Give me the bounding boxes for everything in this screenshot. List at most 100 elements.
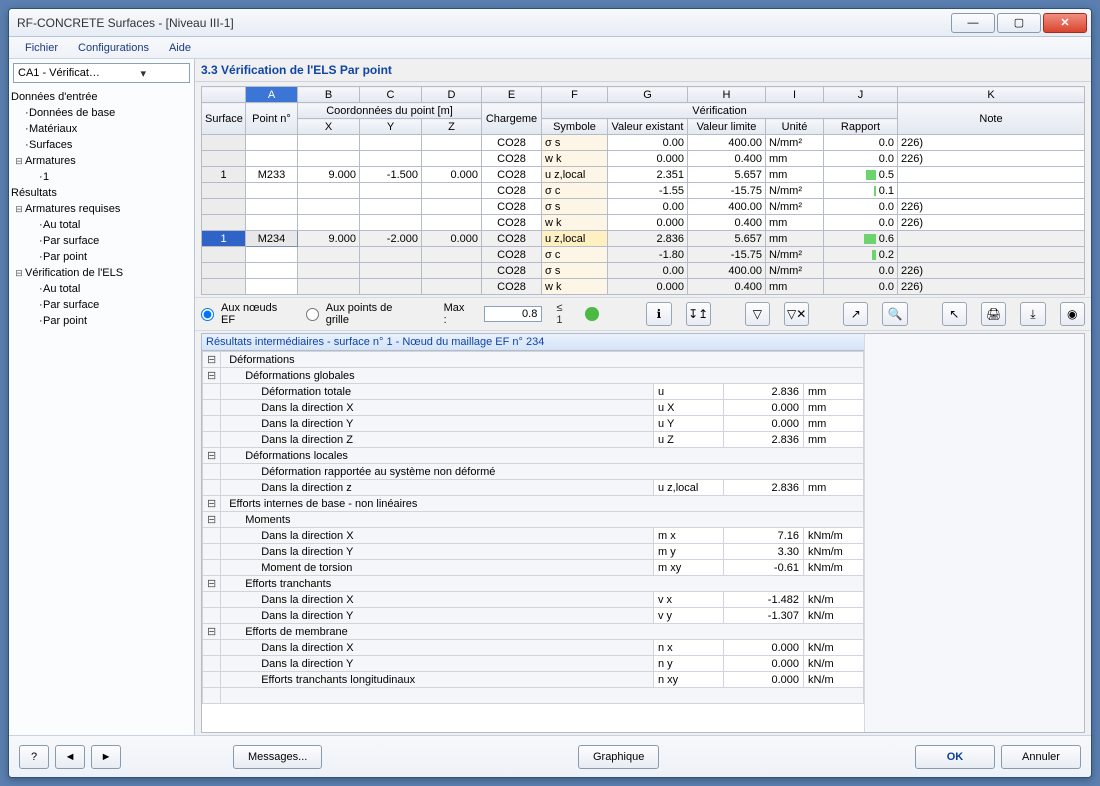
tree-reinforcement[interactable]: ⊟Armatures (11, 153, 192, 169)
radio-grid-points[interactable]: Aux points de grille (306, 302, 416, 326)
intermediate-row[interactable]: Dans la direction Ym y3.30kNm/m (203, 544, 864, 560)
col-A[interactable]: A (246, 87, 298, 103)
col-limit: Valeur limite (688, 119, 766, 135)
filter-button[interactable]: ▽ (745, 302, 770, 326)
table-row[interactable]: CO28σ c-1.55-15.75N/mm² 0.1 (202, 183, 1085, 199)
prev-button[interactable]: ◄ (55, 745, 85, 769)
max-value[interactable]: 0.8 (484, 306, 543, 322)
intermediate-row[interactable]: Dans la direction zu z,local2.836mm (203, 480, 864, 496)
intermediate-row[interactable]: Moment de torsionm xy-0.61kNm/m (203, 560, 864, 576)
select-button[interactable]: ↖ (942, 302, 967, 326)
messages-button[interactable]: Messages... (233, 745, 322, 769)
menu-file[interactable]: Fichier (15, 40, 68, 56)
intermediate-row[interactable]: ⊟Déformations (203, 352, 864, 368)
table-row[interactable]: CO28w k0.0000.400mm 0.0226) (202, 151, 1085, 167)
intermediate-row[interactable]: Dans la direction Zu Z2.836mm (203, 432, 864, 448)
maximize-button[interactable]: ▢ (997, 13, 1041, 33)
intermediate-row[interactable]: ⊟Efforts de membrane (203, 624, 864, 640)
max-label: Max : (444, 302, 470, 326)
col-C[interactable]: C (360, 87, 422, 103)
print-button[interactable]: 🖨 (981, 302, 1006, 326)
intermediate-row[interactable]: Dans la direction Xu X0.000mm (203, 400, 864, 416)
col-load: Chargeme (482, 103, 542, 135)
intermediate-row[interactable]: Dans la direction Xm x7.16kNm/m (203, 528, 864, 544)
col-ratio: Rapport (824, 119, 898, 135)
tree-surfaces[interactable]: ·Surfaces (11, 137, 192, 153)
table-row[interactable]: 1M2349.000-2.0000.000CO28u z,local2.8365… (202, 231, 1085, 247)
col-G[interactable]: G (608, 87, 688, 103)
chevron-down-icon: ▾ (102, 67, 186, 80)
col-E[interactable]: E (482, 87, 542, 103)
filter-off-button[interactable]: ▽✕ (784, 302, 809, 326)
table-row[interactable]: CO28σ s0.00400.00N/mm² 0.0226) (202, 135, 1085, 151)
goto-button[interactable]: ↗ (843, 302, 868, 326)
case-selector[interactable]: CA1 - Vérification des surfaces e ▾ (13, 63, 190, 83)
col-H[interactable]: H (688, 87, 766, 103)
menu-help[interactable]: Aide (159, 40, 201, 56)
view-button[interactable]: ◉ (1060, 302, 1085, 326)
col-z: Z (422, 119, 482, 135)
tree-base-data[interactable]: ·Données de base (11, 105, 192, 121)
results-table[interactable]: A B C D E F G H I J K (201, 86, 1085, 295)
intermediate-row[interactable] (203, 688, 864, 704)
col-I[interactable]: I (766, 87, 824, 103)
close-button[interactable]: ✕ (1043, 13, 1087, 33)
tree-sls-per-point[interactable]: ·Par point (11, 313, 192, 329)
tree-sls-per-surface[interactable]: ·Par surface (11, 297, 192, 313)
status-ok-icon (585, 307, 599, 321)
tree-req-per-surface[interactable]: ·Par surface (11, 233, 192, 249)
footer: ? ◄ ► Messages... Graphique OK Annuler (9, 735, 1091, 777)
find-button[interactable]: 🔍 (882, 302, 907, 326)
sort-button[interactable]: ↧↥ (686, 302, 711, 326)
intermediate-side-panel (864, 334, 1084, 732)
col-J[interactable]: J (824, 87, 898, 103)
menu-configurations[interactable]: Configurations (68, 40, 159, 56)
intermediate-row[interactable]: Dans la direction Yn y0.000kN/m (203, 656, 864, 672)
intermediate-row[interactable]: Dans la direction Xn x0.000kN/m (203, 640, 864, 656)
tree-sls-check[interactable]: ⊟Vérification de l'ELS (11, 265, 192, 281)
intermediate-row[interactable]: ⊟Déformations globales (203, 368, 864, 384)
intermediate-row[interactable]: Efforts tranchants longitudinauxn xy0.00… (203, 672, 864, 688)
tree-req-total[interactable]: ·Au total (11, 217, 192, 233)
tree-sls-total[interactable]: ·Au total (11, 281, 192, 297)
tree-results[interactable]: Résultats (11, 185, 192, 201)
app-window: RF-CONCRETE Surfaces - [Niveau III-1] — … (8, 8, 1092, 778)
intermediate-row[interactable]: ⊟Efforts internes de base - non linéaire… (203, 496, 864, 512)
tree-required-reinforcement[interactable]: ⊟Armatures requises (11, 201, 192, 217)
next-button[interactable]: ► (91, 745, 121, 769)
table-row[interactable]: CO28σ s0.00400.00N/mm² 0.0226) (202, 263, 1085, 279)
col-D[interactable]: D (422, 87, 482, 103)
graphic-button[interactable]: Graphique (578, 745, 659, 769)
cancel-button[interactable]: Annuler (1001, 745, 1081, 769)
intermediate-row[interactable]: Déformation rapportée au système non déf… (203, 464, 864, 480)
tree-reinf-1[interactable]: ·1 (11, 169, 192, 185)
table-row[interactable]: CO28w k0.0000.400mm 0.0226) (202, 215, 1085, 231)
intermediate-row[interactable]: ⊟Moments (203, 512, 864, 528)
le-one: ≤ 1 (556, 302, 571, 326)
intermediate-row[interactable]: Dans la direction Yv y-1.307kN/m (203, 608, 864, 624)
intermediate-table[interactable]: ⊟Déformations⊟Déformations globalesDéfor… (202, 351, 864, 704)
tree-input-data[interactable]: Données d'entrée (11, 89, 192, 105)
radio-fe-nodes[interactable]: Aux nœuds EF (201, 302, 292, 326)
tree-req-per-point[interactable]: ·Par point (11, 249, 192, 265)
table-row[interactable]: CO28σ c-1.80-15.75N/mm² 0.2 (202, 247, 1085, 263)
intermediate-row[interactable]: ⊟Déformations locales (203, 448, 864, 464)
tree-materials[interactable]: ·Matériaux (11, 121, 192, 137)
col-K[interactable]: K (898, 87, 1085, 103)
info-button[interactable]: ℹ (646, 302, 671, 326)
table-row[interactable]: CO28w k0.0000.400mm 0.0226) (202, 279, 1085, 295)
ok-button[interactable]: OK (915, 745, 995, 769)
col-blank (202, 87, 246, 103)
export-button[interactable]: ⤓ (1020, 302, 1045, 326)
help-button[interactable]: ? (19, 745, 49, 769)
intermediate-row[interactable]: ⊟Efforts tranchants (203, 576, 864, 592)
table-row[interactable]: CO28σ s0.00400.00N/mm² 0.0226) (202, 199, 1085, 215)
intermediate-row[interactable]: Déformation totaleu2.836mm (203, 384, 864, 400)
table-row[interactable]: 1M2339.000-1.5000.000CO28u z,local2.3515… (202, 167, 1085, 183)
col-F[interactable]: F (542, 87, 608, 103)
window-title: RF-CONCRETE Surfaces - [Niveau III-1] (13, 16, 949, 30)
intermediate-row[interactable]: Dans la direction Xv x-1.482kN/m (203, 592, 864, 608)
col-B[interactable]: B (298, 87, 360, 103)
intermediate-row[interactable]: Dans la direction Yu Y0.000mm (203, 416, 864, 432)
minimize-button[interactable]: — (951, 13, 995, 33)
